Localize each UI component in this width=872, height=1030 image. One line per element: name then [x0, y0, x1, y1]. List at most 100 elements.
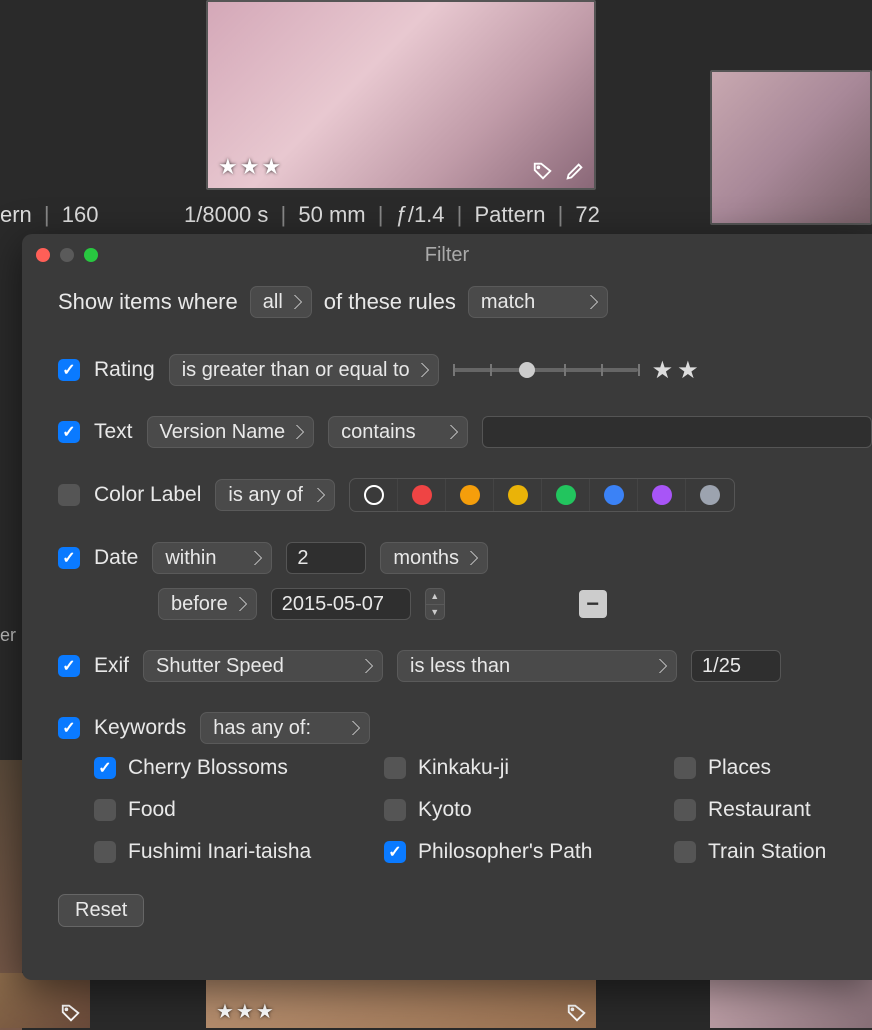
keyword-checkbox[interactable]	[384, 799, 406, 821]
color-label-op-select[interactable]: is any of	[215, 479, 335, 511]
date-stepper[interactable]: ▲ ▼	[425, 588, 445, 620]
remove-rule-button[interactable]: −	[579, 590, 607, 618]
meta-mode: Pattern	[475, 202, 546, 227]
color-label-rule: Color Label is any of	[58, 478, 872, 512]
filter-sentence: Show items where all of these rules matc…	[58, 286, 872, 318]
sentence-middle: of these rules	[324, 289, 456, 315]
meta-mode-fragment: ern	[0, 202, 32, 227]
photo-thumbnail[interactable]	[710, 70, 872, 225]
keyword-item: Kinkaku-ji	[384, 756, 664, 780]
rating-slider[interactable]	[453, 358, 638, 382]
chevron-up-icon[interactable]: ▲	[426, 589, 444, 605]
date-op-select[interactable]: within	[152, 542, 272, 574]
date-relation-select[interactable]: before	[158, 588, 257, 620]
date-label: Date	[94, 546, 138, 570]
exif-value-input[interactable]: 1/25	[691, 650, 781, 682]
tag-icon[interactable]	[532, 160, 554, 182]
exif-op-select[interactable]: is less than	[397, 650, 677, 682]
color-swatch-grey[interactable]	[686, 479, 734, 511]
keyword-checkbox[interactable]	[94, 757, 116, 779]
photo-grid: ★★★ ern | 160 1/8000 s | 50 mm | ƒ/1.4 |…	[0, 0, 872, 230]
text-value-input[interactable]	[482, 416, 872, 448]
keyword-label: Philosopher's Path	[418, 840, 592, 864]
keyword-item: Fushimi Inari-taisha	[94, 840, 374, 864]
keyword-item: Food	[94, 798, 374, 822]
reset-button[interactable]: Reset	[58, 894, 144, 927]
keyword-checkbox[interactable]	[94, 841, 116, 863]
color-swatches	[349, 478, 735, 512]
color-label-checkbox[interactable]	[58, 484, 80, 506]
text-field-select[interactable]: Version Name	[147, 416, 315, 448]
photo-thumbnail[interactable]	[710, 973, 872, 1028]
keywords-label: Keywords	[94, 716, 186, 740]
keyword-label: Fushimi Inari-taisha	[128, 840, 311, 864]
keyword-label: Cherry Blossoms	[128, 756, 288, 780]
color-swatch-yellow[interactable]	[494, 479, 542, 511]
exif-field-select[interactable]: Shutter Speed	[143, 650, 383, 682]
keyword-item: Places	[674, 756, 872, 780]
rating-stars: ★★★	[218, 154, 283, 180]
keyword-checkbox[interactable]	[384, 757, 406, 779]
match-select[interactable]: match	[468, 286, 608, 318]
keyword-label: Train Station	[708, 840, 826, 864]
color-swatch-blue[interactable]	[590, 479, 638, 511]
keyword-item: Cherry Blossoms	[94, 756, 374, 780]
filter-dialog: Filter Show items where all of these rul…	[22, 234, 872, 980]
keyword-item: Train Station	[674, 840, 872, 864]
dialog-titlebar: Filter	[22, 234, 872, 274]
photo-thumbnail[interactable]: ★★★	[206, 973, 596, 1028]
date-checkbox[interactable]	[58, 547, 80, 569]
keyword-checkbox[interactable]	[674, 799, 696, 821]
tag-icon[interactable]	[566, 1002, 588, 1024]
keyword-label: Places	[708, 756, 771, 780]
exif-label: Exif	[94, 654, 129, 678]
photo-grid-bottom: ★★★	[0, 973, 872, 1028]
keyword-label: Kyoto	[418, 798, 472, 822]
keyword-checkbox[interactable]	[674, 757, 696, 779]
photo-thumbnail[interactable]	[0, 973, 90, 1028]
color-swatch-orange[interactable]	[446, 479, 494, 511]
chevron-down-icon[interactable]: ▼	[426, 605, 444, 620]
photo-thumbnail[interactable]: ★★★	[206, 0, 596, 190]
meta-shutter: 1/8000 s	[184, 202, 268, 227]
keyword-item: Restaurant	[674, 798, 872, 822]
join-select[interactable]: all	[250, 286, 312, 318]
meta-focal: 50 mm	[298, 202, 365, 227]
keywords-op-select[interactable]: has any of:	[200, 712, 370, 744]
tag-icon[interactable]	[60, 1002, 82, 1024]
keywords-grid: Cherry Blossoms Kinkaku-ji Places Food Kyoto…	[94, 756, 872, 864]
color-label-label: Color Label	[94, 483, 201, 507]
meta-aperture: ƒ/1.4	[396, 202, 445, 227]
color-swatch-purple[interactable]	[638, 479, 686, 511]
date-amount-input[interactable]: 2	[286, 542, 366, 574]
rating-stars: ★★★	[216, 999, 276, 1024]
keyword-label: Restaurant	[708, 798, 811, 822]
rating-checkbox[interactable]	[58, 359, 80, 381]
keyword-label: Food	[128, 798, 176, 822]
keyword-checkbox[interactable]	[94, 799, 116, 821]
meta-iso: 160	[62, 202, 99, 227]
color-swatch-red[interactable]	[398, 479, 446, 511]
keyword-checkbox[interactable]	[384, 841, 406, 863]
pencil-icon[interactable]	[564, 160, 586, 182]
date-ref-input[interactable]: 2015-05-07	[271, 588, 411, 620]
date-rule-sub: before 2015-05-07 ▲ ▼ −	[158, 588, 872, 620]
sentence-prefix: Show items where	[58, 289, 238, 315]
keywords-rule: Keywords has any of:	[58, 712, 872, 744]
text-checkbox[interactable]	[58, 421, 80, 443]
date-unit-select[interactable]: months	[380, 542, 488, 574]
date-rule: Date within 2 months	[58, 542, 872, 574]
sidebar-text-fragment: er	[0, 625, 22, 645]
dialog-title: Filter	[22, 244, 872, 267]
text-op-select[interactable]: contains	[328, 416, 468, 448]
keywords-checkbox[interactable]	[58, 717, 80, 739]
keyword-checkbox[interactable]	[674, 841, 696, 863]
rating-stars-display: ★★	[652, 356, 703, 385]
exif-checkbox[interactable]	[58, 655, 80, 677]
text-rule: Text Version Name contains	[58, 416, 872, 448]
color-swatch-green[interactable]	[542, 479, 590, 511]
keyword-label: Kinkaku-ji	[418, 756, 509, 780]
color-swatch-none[interactable]	[350, 479, 398, 511]
exif-rule: Exif Shutter Speed is less than 1/25	[58, 650, 872, 682]
rating-op-select[interactable]: is greater than or equal to	[169, 354, 439, 386]
